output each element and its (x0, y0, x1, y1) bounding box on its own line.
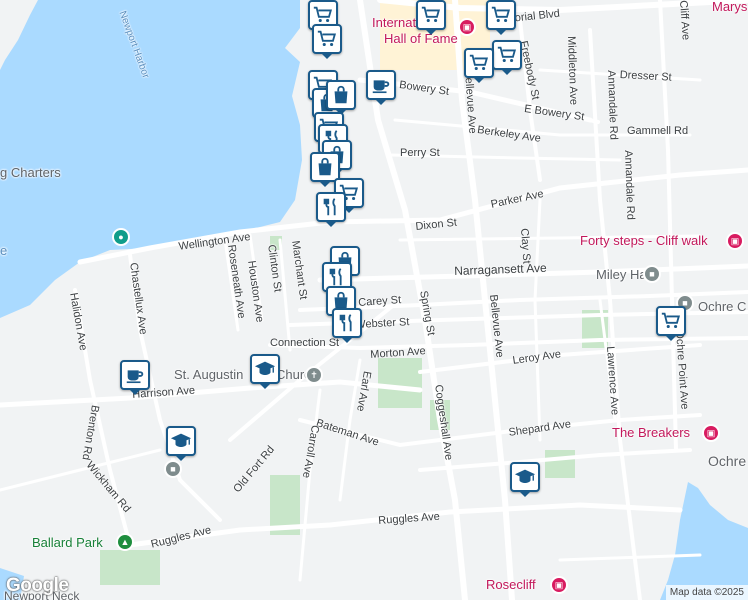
shopping-cart-icon (313, 6, 333, 23)
restaurant-marker[interactable] (316, 192, 346, 227)
park-area (378, 358, 422, 408)
poi-pin-international[interactable]: ▣ (458, 18, 476, 36)
shopping-bag-icon (334, 85, 348, 104)
water-label-e: e (0, 243, 8, 258)
shopping-cart-marker[interactable] (656, 306, 686, 341)
street-label: Narragansett Ave (453, 260, 547, 278)
shopping-cart-icon (661, 312, 681, 329)
map-attribution[interactable]: Map data ©2025 (665, 585, 748, 600)
shopping-cart-marker[interactable] (416, 0, 446, 35)
poi-pin-the-breakers[interactable]: ▣ (702, 424, 720, 442)
coffee-cup-marker[interactable] (366, 70, 396, 105)
graduation-cap-icon (514, 469, 536, 483)
poi-pin-st-augustin-church[interactable]: ✝ (305, 366, 323, 384)
street-label: Annandale Rd (605, 69, 620, 141)
east-shore-water (660, 482, 748, 600)
coffee-cup-marker[interactable] (120, 360, 150, 395)
shopping-cart-icon (469, 54, 489, 71)
street-label: Annandale Rd (622, 149, 637, 221)
graduation-cap-icon (254, 361, 276, 375)
poi-label-marys[interactable]: Marys (712, 0, 747, 13)
street-label: Middleton Ave (565, 35, 580, 106)
shopping-cart-marker[interactable] (486, 0, 516, 35)
restaurant-marker[interactable] (332, 308, 362, 343)
poi-pin-school[interactable]: ■ (164, 460, 182, 478)
poi-pin-rosecliff[interactable]: ▣ (550, 576, 568, 594)
park-area (100, 550, 160, 585)
poi-label-the-breakers[interactable]: The Breakers (612, 426, 690, 439)
poi-pin-ballard-park[interactable]: ▲ (116, 533, 134, 551)
graduation-cap-marker[interactable] (510, 462, 540, 497)
shopping-cart-marker[interactable] (492, 40, 522, 75)
coffee-cup-icon (126, 370, 144, 384)
poi-label-charters[interactable]: g Charters (0, 166, 61, 179)
poi-label-ochre-c[interactable]: Ochre C (698, 300, 746, 313)
graduation-cap-marker[interactable] (166, 426, 196, 461)
poi-label-ballard-park[interactable]: Ballard Park (32, 536, 103, 549)
road (658, 0, 678, 452)
street-label: Gammell Rd (627, 125, 689, 137)
street-label: Clay St (518, 227, 533, 265)
restaurant-icon (339, 314, 352, 332)
poi-label-st-augustin[interactable]: St. Augustin (174, 368, 243, 381)
street-label: Perry St (400, 147, 440, 159)
shopping-cart-marker[interactable] (312, 24, 342, 59)
area-label-ochre: Ochre (708, 453, 747, 469)
park-area (545, 450, 575, 478)
restaurant-icon (323, 198, 336, 216)
street-label: Connection St (270, 337, 340, 349)
shopping-cart-marker[interactable] (464, 48, 494, 83)
shopping-bag-marker[interactable] (326, 80, 356, 115)
shopping-cart-icon (497, 46, 517, 63)
street-label: Cliff Ave (677, 0, 692, 41)
poi-pin-forty-steps[interactable]: ▣ (726, 232, 744, 250)
shopping-cart-icon (317, 30, 337, 47)
restaurant-icon (329, 268, 342, 286)
poi-pin-miley-hall[interactable]: ■ (643, 265, 661, 283)
poi-label-hall-of-fame: Hall of Fame (384, 31, 458, 46)
poi-pin-charters[interactable]: ● (112, 228, 130, 246)
shopping-bag-icon (318, 157, 332, 176)
poi-label-forty-steps[interactable]: Forty steps - Cliff walk (580, 234, 708, 247)
road (533, 198, 542, 442)
graduation-cap-marker[interactable] (250, 354, 280, 389)
map-canvas[interactable]: Memorial Blvd Bowery St E Bowery St Dres… (0, 0, 748, 600)
shopping-cart-icon (421, 6, 441, 23)
road (278, 238, 292, 352)
shopping-cart-icon (491, 6, 511, 23)
graduation-cap-icon (170, 433, 192, 447)
poi-label-rosecliff[interactable]: Rosecliff (486, 578, 536, 591)
google-logo: Google (6, 575, 69, 596)
coffee-cup-icon (372, 80, 390, 94)
